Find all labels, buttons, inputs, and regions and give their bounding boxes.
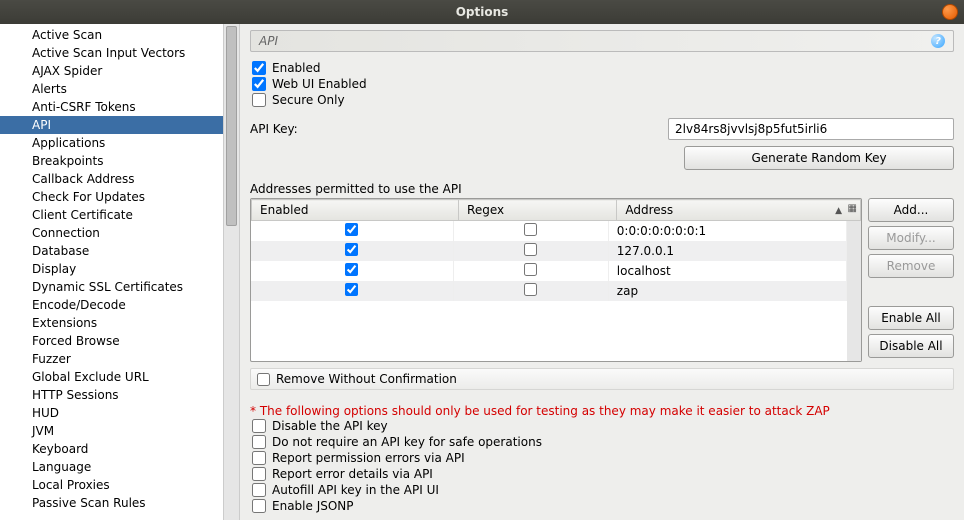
- sidebar-item-check-for-updates[interactable]: Check For Updates: [0, 188, 239, 206]
- generate-key-button[interactable]: Generate Random Key: [684, 146, 954, 170]
- row-address: 0:0:0:0:0:0:0:1: [608, 221, 846, 241]
- sidebar-item-dynamic-ssl-certificates[interactable]: Dynamic SSL Certificates: [0, 278, 239, 296]
- column-picker-icon[interactable]: ▦: [848, 203, 857, 214]
- col-enabled[interactable]: Enabled: [252, 200, 459, 221]
- webui-enabled-label: Web UI Enabled: [272, 77, 367, 91]
- api-key-input[interactable]: [668, 118, 954, 140]
- sidebar-item-api[interactable]: API: [0, 116, 239, 134]
- sidebar-item-anti-csrf-tokens[interactable]: Anti-CSRF Tokens: [0, 98, 239, 116]
- webui-enabled-checkbox[interactable]: [252, 77, 266, 91]
- table-row[interactable]: zap: [251, 281, 847, 301]
- row-address: localhost: [608, 261, 846, 281]
- remove-without-confirm-label: Remove Without Confirmation: [276, 372, 457, 386]
- sidebar-item-keyboard[interactable]: Keyboard: [0, 440, 239, 458]
- sidebar-item-encode-decode[interactable]: Encode/Decode: [0, 296, 239, 314]
- addresses-heading: Addresses permitted to use the API: [250, 182, 954, 196]
- close-icon[interactable]: [942, 4, 958, 20]
- sidebar-item-display[interactable]: Display: [0, 260, 239, 278]
- row-address: 127.0.0.1: [608, 241, 846, 261]
- section-title: API: [259, 34, 278, 48]
- sidebar-item-jvm[interactable]: JVM: [0, 422, 239, 440]
- help-icon[interactable]: ?: [931, 34, 945, 48]
- enabled-checkbox[interactable]: [252, 61, 266, 75]
- sidebar-item-alerts[interactable]: Alerts: [0, 80, 239, 98]
- remove-without-confirm-checkbox[interactable]: [257, 373, 270, 386]
- modify-button[interactable]: Modify...: [868, 226, 954, 250]
- sort-asc-icon: ▲: [835, 206, 842, 216]
- titlebar: Options: [0, 0, 964, 24]
- sidebar-item-language[interactable]: Language: [0, 458, 239, 476]
- row-regex-checkbox[interactable]: [524, 223, 537, 236]
- sidebar-item-active-scan[interactable]: Active Scan: [0, 26, 239, 44]
- autofill-key-checkbox[interactable]: [252, 483, 266, 497]
- main-panel: API ? Enabled Web UI Enabled Secure Only…: [240, 24, 964, 520]
- table-row[interactable]: 0:0:0:0:0:0:0:1: [251, 221, 847, 241]
- report-perm-checkbox[interactable]: [252, 451, 266, 465]
- no-key-safe-checkbox[interactable]: [252, 435, 266, 449]
- warning-text: * The following options should only be u…: [250, 404, 954, 418]
- enable-jsonp-checkbox[interactable]: [252, 499, 266, 513]
- report-err-label: Report error details via API: [272, 467, 433, 481]
- sidebar-item-fuzzer[interactable]: Fuzzer: [0, 350, 239, 368]
- sidebar-item-hud[interactable]: HUD: [0, 404, 239, 422]
- window-title: Options: [456, 5, 509, 19]
- sidebar-item-ajax-spider[interactable]: AJAX Spider: [0, 62, 239, 80]
- table-row[interactable]: 127.0.0.1: [251, 241, 847, 261]
- sidebar-item-breakpoints[interactable]: Breakpoints: [0, 152, 239, 170]
- disable-api-key-checkbox[interactable]: [252, 419, 266, 433]
- sidebar: Active ScanActive Scan Input VectorsAJAX…: [0, 24, 240, 520]
- secure-only-checkbox[interactable]: [252, 93, 266, 107]
- row-regex-checkbox[interactable]: [524, 283, 537, 296]
- secure-only-label: Secure Only: [272, 93, 345, 107]
- sidebar-item-database[interactable]: Database: [0, 242, 239, 260]
- enable-all-button[interactable]: Enable All: [868, 306, 954, 330]
- autofill-key-label: Autofill API key in the API UI: [272, 483, 439, 497]
- add-button[interactable]: Add...: [868, 198, 954, 222]
- row-enabled-checkbox[interactable]: [345, 243, 358, 256]
- row-address: zap: [608, 281, 846, 301]
- sidebar-item-http-sessions[interactable]: HTTP Sessions: [0, 386, 239, 404]
- sidebar-item-callback-address[interactable]: Callback Address: [0, 170, 239, 188]
- row-enabled-checkbox[interactable]: [345, 223, 358, 236]
- sidebar-item-active-scan-input-vectors[interactable]: Active Scan Input Vectors: [0, 44, 239, 62]
- sidebar-item-forced-browse[interactable]: Forced Browse: [0, 332, 239, 350]
- sidebar-item-global-exclude-url[interactable]: Global Exclude URL: [0, 368, 239, 386]
- sidebar-item-passive-scan-rules[interactable]: Passive Scan Rules: [0, 494, 239, 512]
- col-address[interactable]: Address▲▦: [617, 200, 861, 221]
- content: Active ScanActive Scan Input VectorsAJAX…: [0, 24, 964, 520]
- enabled-label: Enabled: [272, 61, 321, 75]
- sidebar-item-applications[interactable]: Applications: [0, 134, 239, 152]
- table-scrollbar[interactable]: [847, 221, 861, 361]
- sidebar-scrollbar[interactable]: [223, 24, 239, 520]
- api-key-label: API Key:: [250, 122, 660, 136]
- section-header: API ?: [250, 30, 954, 52]
- disable-all-button[interactable]: Disable All: [868, 334, 954, 358]
- sidebar-item-client-certificate[interactable]: Client Certificate: [0, 206, 239, 224]
- report-err-checkbox[interactable]: [252, 467, 266, 481]
- addresses-table: Enabled Regex Address▲▦ 0:0:0:0:0:0:0:11…: [250, 198, 862, 362]
- sidebar-item-connection[interactable]: Connection: [0, 224, 239, 242]
- row-enabled-checkbox[interactable]: [345, 263, 358, 276]
- remove-button[interactable]: Remove: [868, 254, 954, 278]
- report-perm-label: Report permission errors via API: [272, 451, 465, 465]
- row-regex-checkbox[interactable]: [524, 263, 537, 276]
- enable-jsonp-label: Enable JSONP: [272, 499, 354, 513]
- row-enabled-checkbox[interactable]: [345, 283, 358, 296]
- no-key-safe-label: Do not require an API key for safe opera…: [272, 435, 542, 449]
- col-regex[interactable]: Regex: [459, 200, 617, 221]
- row-regex-checkbox[interactable]: [524, 243, 537, 256]
- table-row[interactable]: localhost: [251, 261, 847, 281]
- disable-api-key-label: Disable the API key: [272, 419, 388, 433]
- sidebar-item-extensions[interactable]: Extensions: [0, 314, 239, 332]
- sidebar-item-local-proxies[interactable]: Local Proxies: [0, 476, 239, 494]
